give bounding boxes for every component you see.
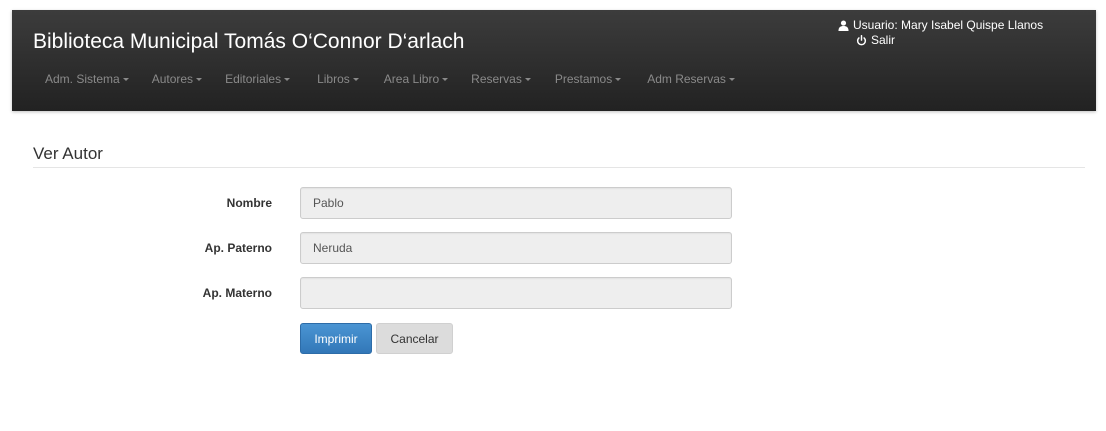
caret-down-icon [615, 77, 622, 81]
caret-down-icon [196, 77, 203, 81]
nav-area-libro[interactable]: Area Libro [383, 72, 449, 86]
nav-libros[interactable]: Libros [317, 72, 359, 86]
user-box: Usuario: Mary Isabel Quispe Llanos Salir [838, 18, 1043, 48]
user-info: Usuario: Mary Isabel Quispe Llanos [838, 18, 1043, 33]
nav-prestamos[interactable]: Prestamos [554, 72, 622, 86]
nav-adm-sistema[interactable]: Adm. Sistema [45, 72, 129, 86]
nav-adm-reservas[interactable]: Adm Reservas [647, 72, 735, 86]
caret-down-icon [284, 77, 291, 81]
power-icon [856, 35, 867, 46]
print-button[interactable]: Imprimir [300, 323, 372, 354]
caret-down-icon [728, 77, 735, 81]
navbar-header: Biblioteca Municipal Tomás O‘Connor D‘ar… [12, 10, 1096, 111]
caret-down-icon [352, 77, 359, 81]
ap-materno-label: Ap. Materno [202, 286, 272, 300]
nav-label: Adm Reservas [647, 72, 726, 86]
nav-label: Libros [317, 72, 350, 86]
nav-autores[interactable]: Autores [151, 72, 203, 86]
nav-label: Editoriales [225, 72, 282, 86]
nav-label: Reservas [471, 72, 522, 86]
page-title: Ver Autor [33, 144, 103, 163]
logout-link[interactable]: Salir [856, 33, 1043, 48]
cancel-button[interactable]: Cancelar [376, 323, 453, 354]
caret-down-icon [442, 77, 449, 81]
ap-materno-field[interactable] [300, 277, 732, 309]
ap-paterno-label: Ap. Paterno [204, 241, 272, 255]
nombre-label: Nombre [226, 196, 272, 210]
main-nav: Adm. Sistema Autores Editoriales Libros … [33, 72, 735, 86]
app-brand[interactable]: Biblioteca Municipal Tomás O‘Connor D‘ar… [33, 30, 464, 54]
nombre-field[interactable] [300, 187, 732, 219]
caret-down-icon [524, 77, 531, 81]
title-divider [33, 167, 1085, 168]
user-icon [838, 20, 849, 31]
caret-down-icon [122, 77, 129, 81]
nav-reservas[interactable]: Reservas [471, 72, 531, 86]
ap-paterno-field[interactable] [300, 232, 732, 264]
nav-label: Prestamos [554, 72, 613, 86]
nav-label: Autores [151, 72, 194, 86]
nav-editoriales[interactable]: Editoriales [225, 72, 291, 86]
nav-label: Adm. Sistema [45, 72, 120, 86]
logout-label: Salir [871, 33, 896, 47]
user-name: Usuario: Mary Isabel Quispe Llanos [853, 18, 1044, 32]
nav-label: Area Libro [383, 72, 440, 86]
